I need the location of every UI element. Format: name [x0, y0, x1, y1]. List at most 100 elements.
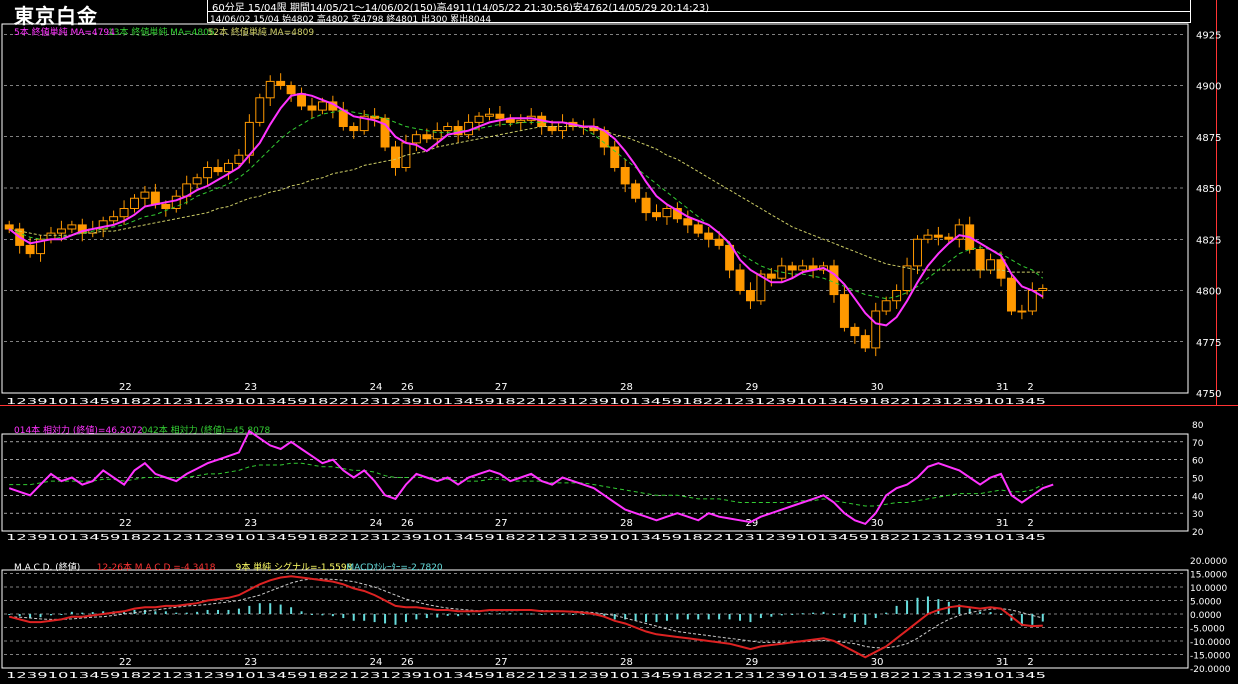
price-day-label: 26	[401, 382, 414, 393]
macd-osc-bar	[310, 614, 313, 615]
rsi-legend-0: 014本 相対力 (終値)=46.2072	[14, 424, 143, 436]
macd-osc-bar	[540, 614, 543, 615]
macd-osc-bar	[248, 605, 251, 614]
candle-body	[317, 101, 327, 111]
candle-body	[881, 300, 891, 312]
macd-osc-bar	[874, 614, 877, 619]
macd-osc-bar	[686, 614, 689, 620]
candle-body	[4, 224, 14, 230]
candle-body	[693, 224, 703, 234]
macd-osc-bar	[258, 603, 261, 614]
candle-body	[276, 80, 286, 87]
candle-body	[349, 126, 359, 132]
macd-osc-bar	[352, 614, 355, 621]
candle-body	[213, 167, 223, 173]
candle-body	[255, 97, 265, 123]
macd-osc-bar	[206, 609, 209, 614]
macd-osc-bar	[446, 614, 449, 616]
candle-body	[641, 197, 651, 214]
candle-body	[933, 234, 943, 238]
macd-osc-bar	[551, 614, 554, 615]
candle-body	[422, 134, 432, 140]
candle-body	[798, 265, 808, 271]
candle-body	[923, 234, 933, 240]
macd-osc-bar	[613, 614, 616, 620]
macd-osc-bar	[217, 609, 220, 614]
rsi-tick-label: 30	[1192, 510, 1204, 520]
macd-osc-bar	[498, 613, 501, 615]
price-tick-label: 4800	[1196, 287, 1221, 298]
macd-osc-bar	[164, 611, 167, 614]
candle-body	[1017, 310, 1027, 313]
macd-day-label: 28	[620, 657, 633, 668]
macd-panel-frame	[1, 569, 1189, 669]
price-day-label: 31	[996, 382, 1009, 393]
macd-legend-2: 9本 単純 シグナル=-1.5598	[236, 561, 353, 573]
macd-tick-label: 10.0000	[1190, 584, 1227, 594]
macd-osc-bar	[373, 614, 376, 623]
macd-tick-label: 20.0000	[1190, 557, 1227, 567]
candle-body	[411, 134, 421, 144]
candle-body	[495, 113, 505, 119]
macd-line	[8, 575, 1043, 659]
candle-body	[391, 146, 400, 168]
macd-osc-bar	[665, 614, 668, 621]
candle-body	[714, 238, 724, 246]
macd-osc-bar	[8, 614, 11, 615]
macd-osc-bar	[60, 614, 63, 615]
candle-body	[547, 126, 557, 132]
candle-body	[683, 218, 693, 226]
candle-body	[244, 121, 254, 156]
macd-tick-label: 15.0000	[1190, 571, 1227, 581]
macd-osc-bar	[561, 614, 564, 615]
macd-day-label: 29	[745, 657, 758, 668]
price-day-label: 29	[745, 382, 758, 393]
candle-body	[975, 249, 985, 271]
price-legend-0: 5本 終値単純 MA=4794	[14, 26, 115, 38]
chart-canvas[interactable]: 4925 4900 4875 4850 4825 4800 4775 4750 5本 終値単純 …	[0, 0, 1238, 684]
candle-body	[286, 85, 296, 95]
price-day-label: 22	[119, 382, 132, 393]
macd-osc-bar	[196, 611, 199, 614]
macd-osc-bar	[571, 614, 574, 615]
price-day-label: 28	[620, 382, 633, 393]
candle-body	[223, 162, 233, 173]
macd-osc-bar	[843, 614, 846, 619]
price-day-label: 23	[244, 382, 257, 393]
rsi14-line	[8, 429, 1054, 526]
candle-body	[902, 265, 912, 291]
macd-osc-bar	[18, 614, 21, 617]
macd-osc-bar	[801, 613, 804, 615]
rsi-day-label: 27	[495, 518, 508, 529]
macd-tick-label: 5.0000	[1190, 598, 1222, 608]
price-day-label: 30	[871, 382, 884, 393]
candle-body	[829, 265, 839, 296]
rsi42-line	[9, 462, 1044, 507]
candle-body	[25, 244, 35, 255]
macd-osc-bar	[39, 614, 42, 618]
macd-legend-1: 12-26本 M.A.C.D.=-4.3418	[97, 561, 216, 573]
candle-body	[944, 236, 954, 240]
rsi-legend-1: 042本 相対力 (終値)=45.8078	[142, 424, 271, 436]
macd-day-label: 23	[244, 657, 257, 668]
macd-tick-label: -10.0000	[1190, 638, 1231, 648]
rsi-tick-label: 40	[1192, 492, 1204, 502]
candle-body	[443, 126, 453, 132]
macd-osc-bar	[290, 607, 293, 614]
rsi-day-label: 28	[620, 518, 633, 529]
macd-tick-label: -20.0000	[1190, 665, 1231, 675]
candle-body	[56, 228, 66, 234]
macd-day-label: 22	[119, 657, 132, 668]
candle-body	[161, 203, 171, 209]
price-tick-label: 4875	[1196, 133, 1221, 144]
macd-osc-bar	[582, 614, 585, 615]
macd-osc-bar	[321, 614, 324, 616]
ma52-line	[9, 126, 1043, 273]
candle-body	[484, 113, 494, 117]
macd-osc-bar	[269, 603, 272, 614]
candle-body	[307, 105, 317, 111]
price-tick-label: 4925	[1196, 30, 1221, 41]
candle-body	[839, 294, 849, 328]
macd-osc-bar	[697, 614, 700, 620]
macd-osc-bar	[509, 613, 512, 615]
